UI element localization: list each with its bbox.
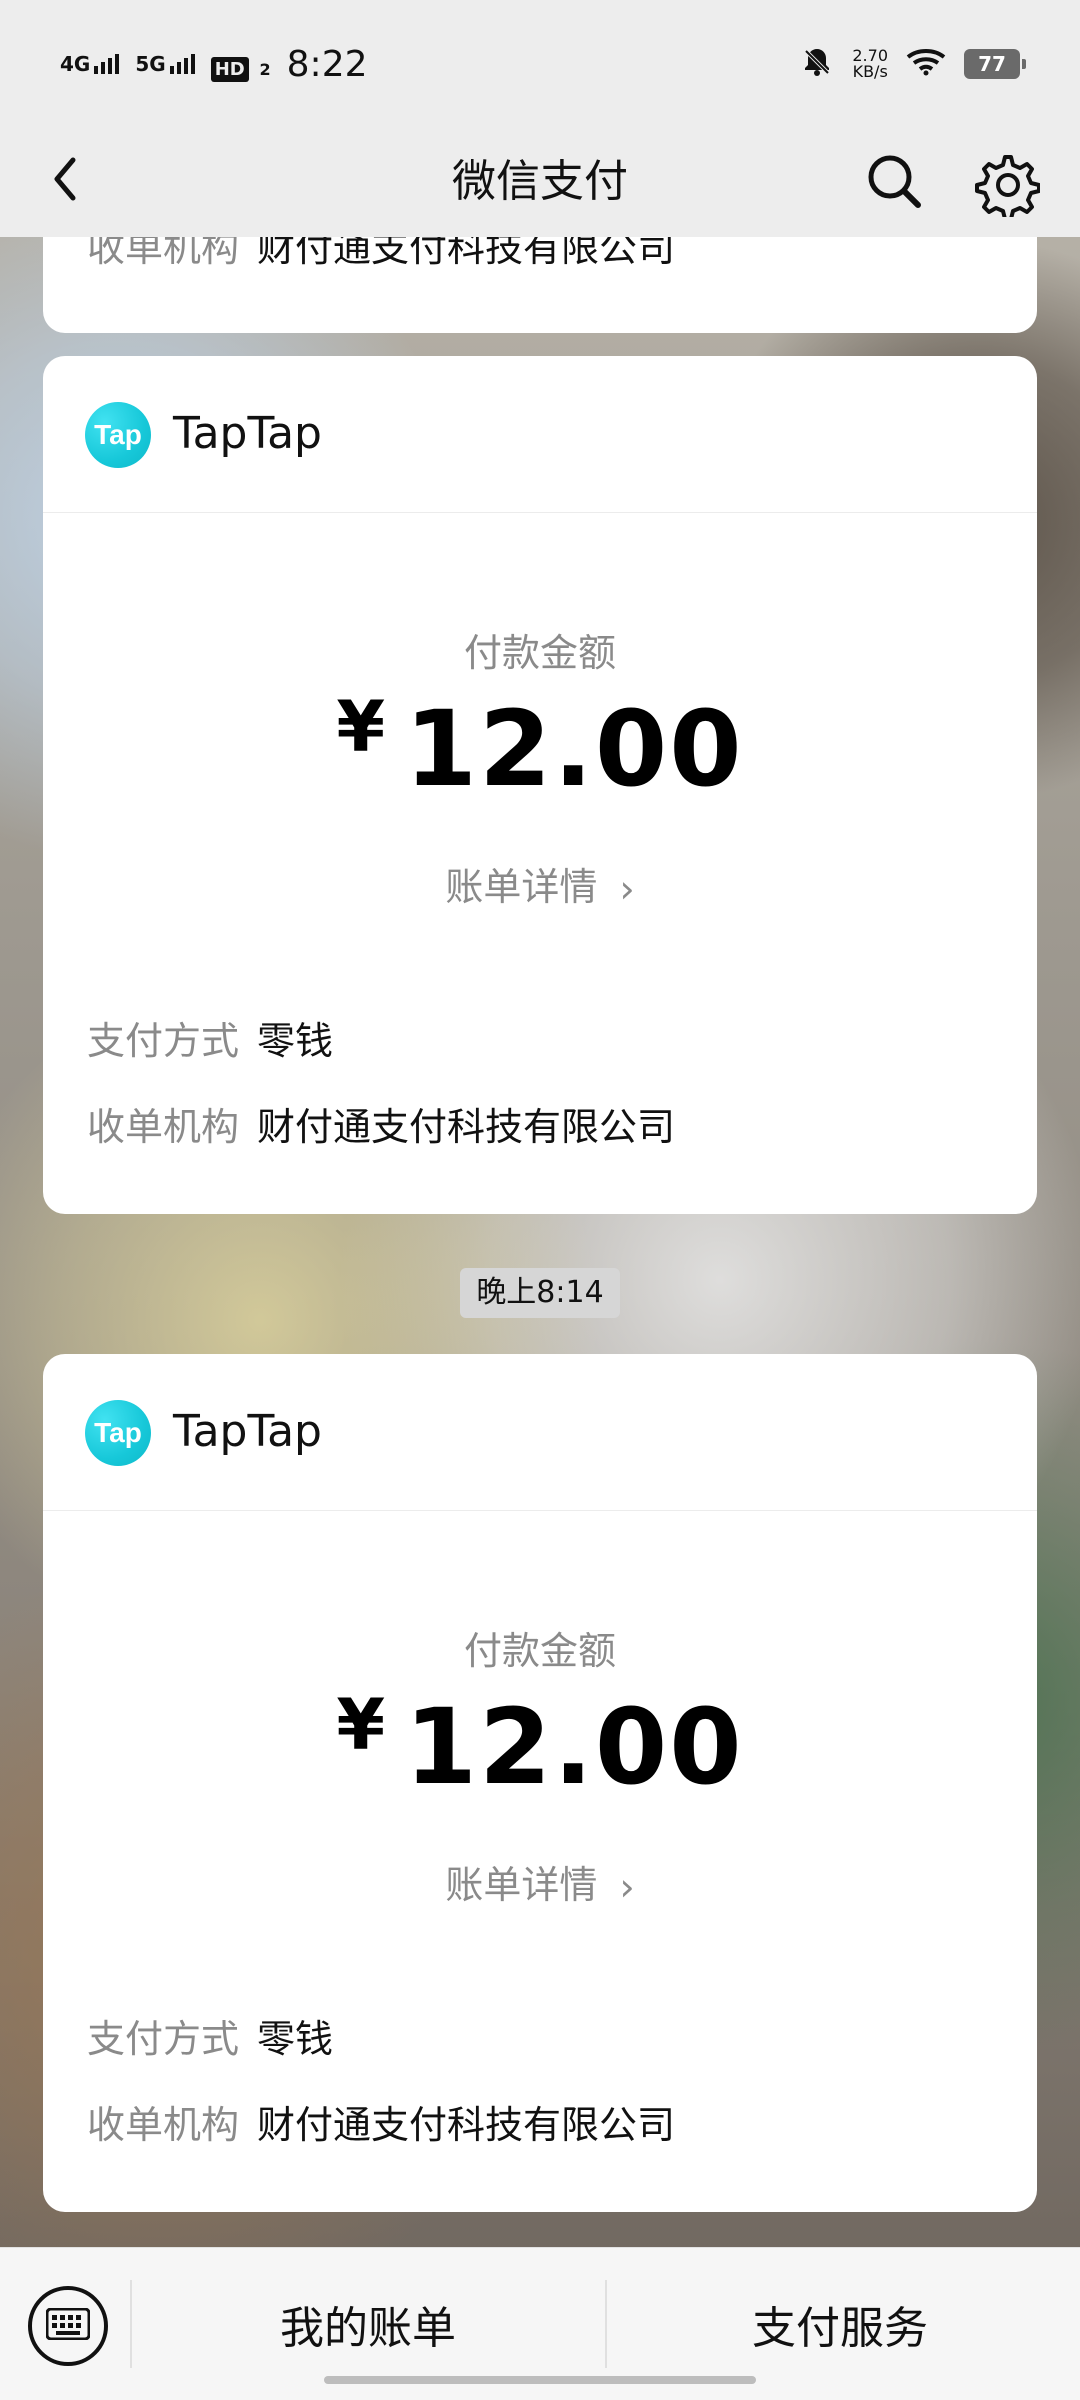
wifi-icon <box>906 47 946 81</box>
signal-5g: 5G <box>135 52 195 76</box>
tab-pay-service[interactable]: 支付服务 <box>752 2292 928 2356</box>
status-bar: 4G 5G HD 2 8:22 2.70 KB/s 77 <box>0 0 1080 125</box>
bill-detail-label: 账单详情 <box>445 1863 598 1907</box>
divider <box>130 2280 132 2368</box>
amount-label: 付款金额 <box>463 1629 616 1673</box>
acquirer-value: 财付通支付科技有限公司 <box>257 1105 676 1149</box>
signal-bars-icon <box>169 54 195 74</box>
card-header: Tap TapTap <box>43 356 1037 513</box>
mute-bell-icon <box>800 45 834 83</box>
logo-text: Tap <box>94 1417 142 1448</box>
taptap-logo-icon: Tap <box>85 1400 151 1466</box>
transaction-card: Tap TapTap 付款金额 ¥ 12.00 账单详情 › 支付方式 零钱 收… <box>43 356 1037 1214</box>
acquirer-label: 收单机构 <box>87 237 240 270</box>
transaction-card: Tap TapTap 付款金额 ¥ 12.00 账单详情 › 支付方式 零钱 收… <box>43 1354 1037 2212</box>
merchant-name: TapTap <box>173 408 322 459</box>
amount: ¥ 12.00 <box>43 1684 1037 1808</box>
tab-my-bill[interactable]: 我的账单 <box>280 2292 456 2356</box>
currency-symbol: ¥ <box>336 1684 386 1766</box>
merchant-name: TapTap <box>173 1406 322 1457</box>
bill-detail-label: 账单详情 <box>445 865 598 909</box>
net-speed: 2.70 KB/s <box>852 48 888 80</box>
acquirer-label: 收单机构 <box>87 2103 240 2147</box>
divider <box>605 2280 607 2368</box>
currency-symbol: ¥ <box>336 686 386 768</box>
acquirer-label: 收单机构 <box>87 1105 240 1149</box>
network-label-1: 4G <box>60 52 91 76</box>
logo-text: Tap <box>94 419 142 450</box>
signal-4g: 4G <box>60 52 120 76</box>
chevron-right-icon: › <box>619 867 635 911</box>
amount: ¥ 12.00 <box>43 686 1037 810</box>
acquirer-value: 财付通支付科技有限公司 <box>257 237 676 270</box>
taptap-logo-icon: Tap <box>85 402 151 468</box>
battery-icon: 77 <box>964 49 1026 79</box>
pay-method-value: 零钱 <box>257 1019 334 1063</box>
amount-value: 12.00 <box>404 1686 744 1808</box>
card-header: Tap TapTap <box>43 1354 1037 1511</box>
nav-bar: 微信支付 <box>0 125 1080 237</box>
bill-detail-link[interactable]: 账单详情 › <box>43 856 1037 911</box>
bottom-bar: 我的账单 支付服务 <box>0 2247 1080 2400</box>
gear-icon <box>970 155 1041 221</box>
amount-value: 12.00 <box>404 688 744 810</box>
pay-method-value: 零钱 <box>257 2017 334 2061</box>
net-speed-unit: KB/s <box>852 62 888 81</box>
keyboard-icon <box>45 2307 91 2344</box>
hd-indicator: HD 2 <box>210 44 271 84</box>
keyboard-button[interactable] <box>28 2286 108 2366</box>
acquirer-value: 财付通支付科技有限公司 <box>257 2103 676 2147</box>
signal-bars-icon <box>94 54 120 74</box>
status-right: 2.70 KB/s 77 <box>800 36 1026 92</box>
status-left: 4G 5G HD 2 8:22 <box>60 34 368 94</box>
battery-level: 77 <box>978 52 1006 76</box>
hd-icon: HD <box>210 57 249 82</box>
time-divider: 晚上8:14 <box>460 1268 620 1318</box>
transaction-card-partial: 收单机构 财付通支付科技有限公司 <box>43 237 1037 333</box>
search-icon <box>860 155 930 221</box>
settings-button[interactable] <box>970 147 1041 221</box>
network-label-2: 5G <box>135 52 166 76</box>
bill-detail-link[interactable]: 账单详情 › <box>43 1854 1037 1909</box>
search-button[interactable] <box>860 147 930 217</box>
hd-sub: 2 <box>259 60 271 79</box>
chevron-right-icon: › <box>619 1865 635 1909</box>
clock: 8:22 <box>286 43 368 85</box>
amount-label: 付款金额 <box>463 631 616 675</box>
pay-method-label: 支付方式 <box>87 1019 240 1063</box>
home-indicator <box>324 2376 756 2384</box>
pay-method-label: 支付方式 <box>87 2017 240 2061</box>
